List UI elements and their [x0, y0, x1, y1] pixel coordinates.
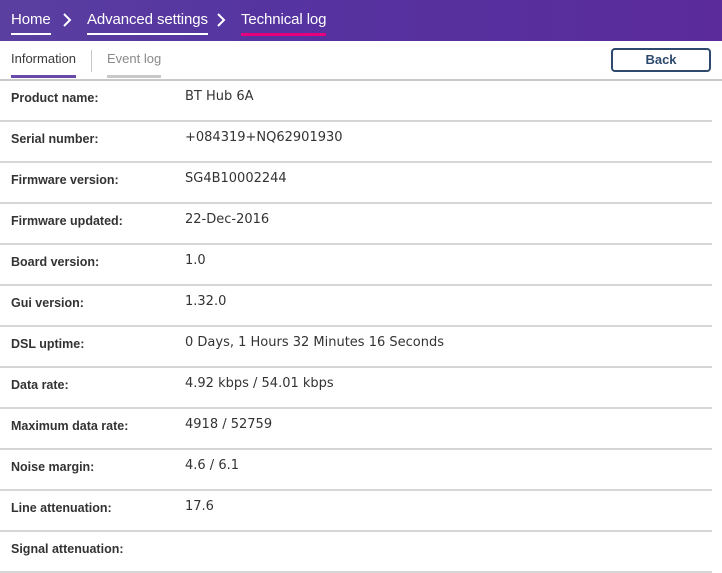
chevron-right-icon: [61, 12, 73, 28]
table-row: Serial number: +084319+NQ62901930: [0, 122, 712, 163]
row-value: 17.6: [185, 499, 214, 514]
row-label: Board version:: [11, 255, 100, 269]
row-value: +084319+NQ62901930: [185, 130, 343, 145]
tab-bar: Information Event log Back: [0, 41, 722, 81]
table-row: Firmware updated: 22-Dec-2016: [0, 204, 712, 245]
info-table: Product name: BT Hub 6A Serial number: +…: [0, 81, 722, 573]
breadcrumb-technical-log[interactable]: Technical log: [241, 11, 327, 36]
table-row: Firmware version: SG4B10002244: [0, 163, 712, 204]
tab-event-log[interactable]: Event log: [107, 51, 162, 78]
table-row: Data rate: 4.92 kbps / 54.01 kbps: [0, 368, 712, 409]
chevron-right-icon: [215, 12, 227, 28]
table-row: DSL uptime: 0 Days, 1 Hours 32 Minutes 1…: [0, 327, 712, 368]
row-label: Firmware updated:: [11, 214, 123, 228]
table-row: Line attenuation: 17.6: [0, 491, 712, 532]
breadcrumb-home[interactable]: Home: [11, 11, 51, 35]
breadcrumb-advanced-settings[interactable]: Advanced settings: [87, 11, 208, 35]
back-button[interactable]: Back: [611, 48, 711, 72]
row-value: BT Hub 6A: [185, 89, 254, 104]
row-value: 4.92 kbps / 54.01 kbps: [185, 376, 334, 391]
row-label: DSL uptime:: [11, 337, 85, 351]
row-label: Signal attenuation:: [11, 542, 124, 556]
table-row: Product name: BT Hub 6A: [0, 81, 712, 122]
row-value: SG4B10002244: [185, 171, 287, 186]
row-value: 4918 / 52759: [185, 417, 273, 432]
table-row: Board version: 1.0: [0, 245, 712, 286]
row-label: Firmware version:: [11, 173, 119, 187]
header-bar: Home Advanced settings Technical log: [0, 0, 722, 41]
row-label: Noise margin:: [11, 460, 95, 474]
table-row: Maximum data rate: 4918 / 52759: [0, 409, 712, 450]
row-value: 4.6 / 6.1: [185, 458, 239, 473]
row-label: Gui version:: [11, 296, 84, 310]
table-row: Signal attenuation:: [0, 532, 712, 573]
row-label: Maximum data rate:: [11, 419, 129, 433]
row-label: Product name:: [11, 91, 99, 105]
row-value: 1.32.0: [185, 294, 227, 309]
row-label: Serial number:: [11, 132, 99, 146]
row-value: 0 Days, 1 Hours 32 Minutes 16 Seconds: [185, 335, 445, 350]
table-row: Noise margin: 4.6 / 6.1: [0, 450, 712, 491]
table-row: Gui version: 1.32.0: [0, 286, 712, 327]
row-value: 1.0: [185, 253, 206, 268]
row-value: 22-Dec-2016: [185, 212, 270, 227]
tab-information[interactable]: Information: [11, 51, 77, 78]
row-label: Line attenuation:: [11, 501, 112, 515]
row-label: Data rate:: [11, 378, 69, 392]
tab-divider: [91, 50, 92, 72]
